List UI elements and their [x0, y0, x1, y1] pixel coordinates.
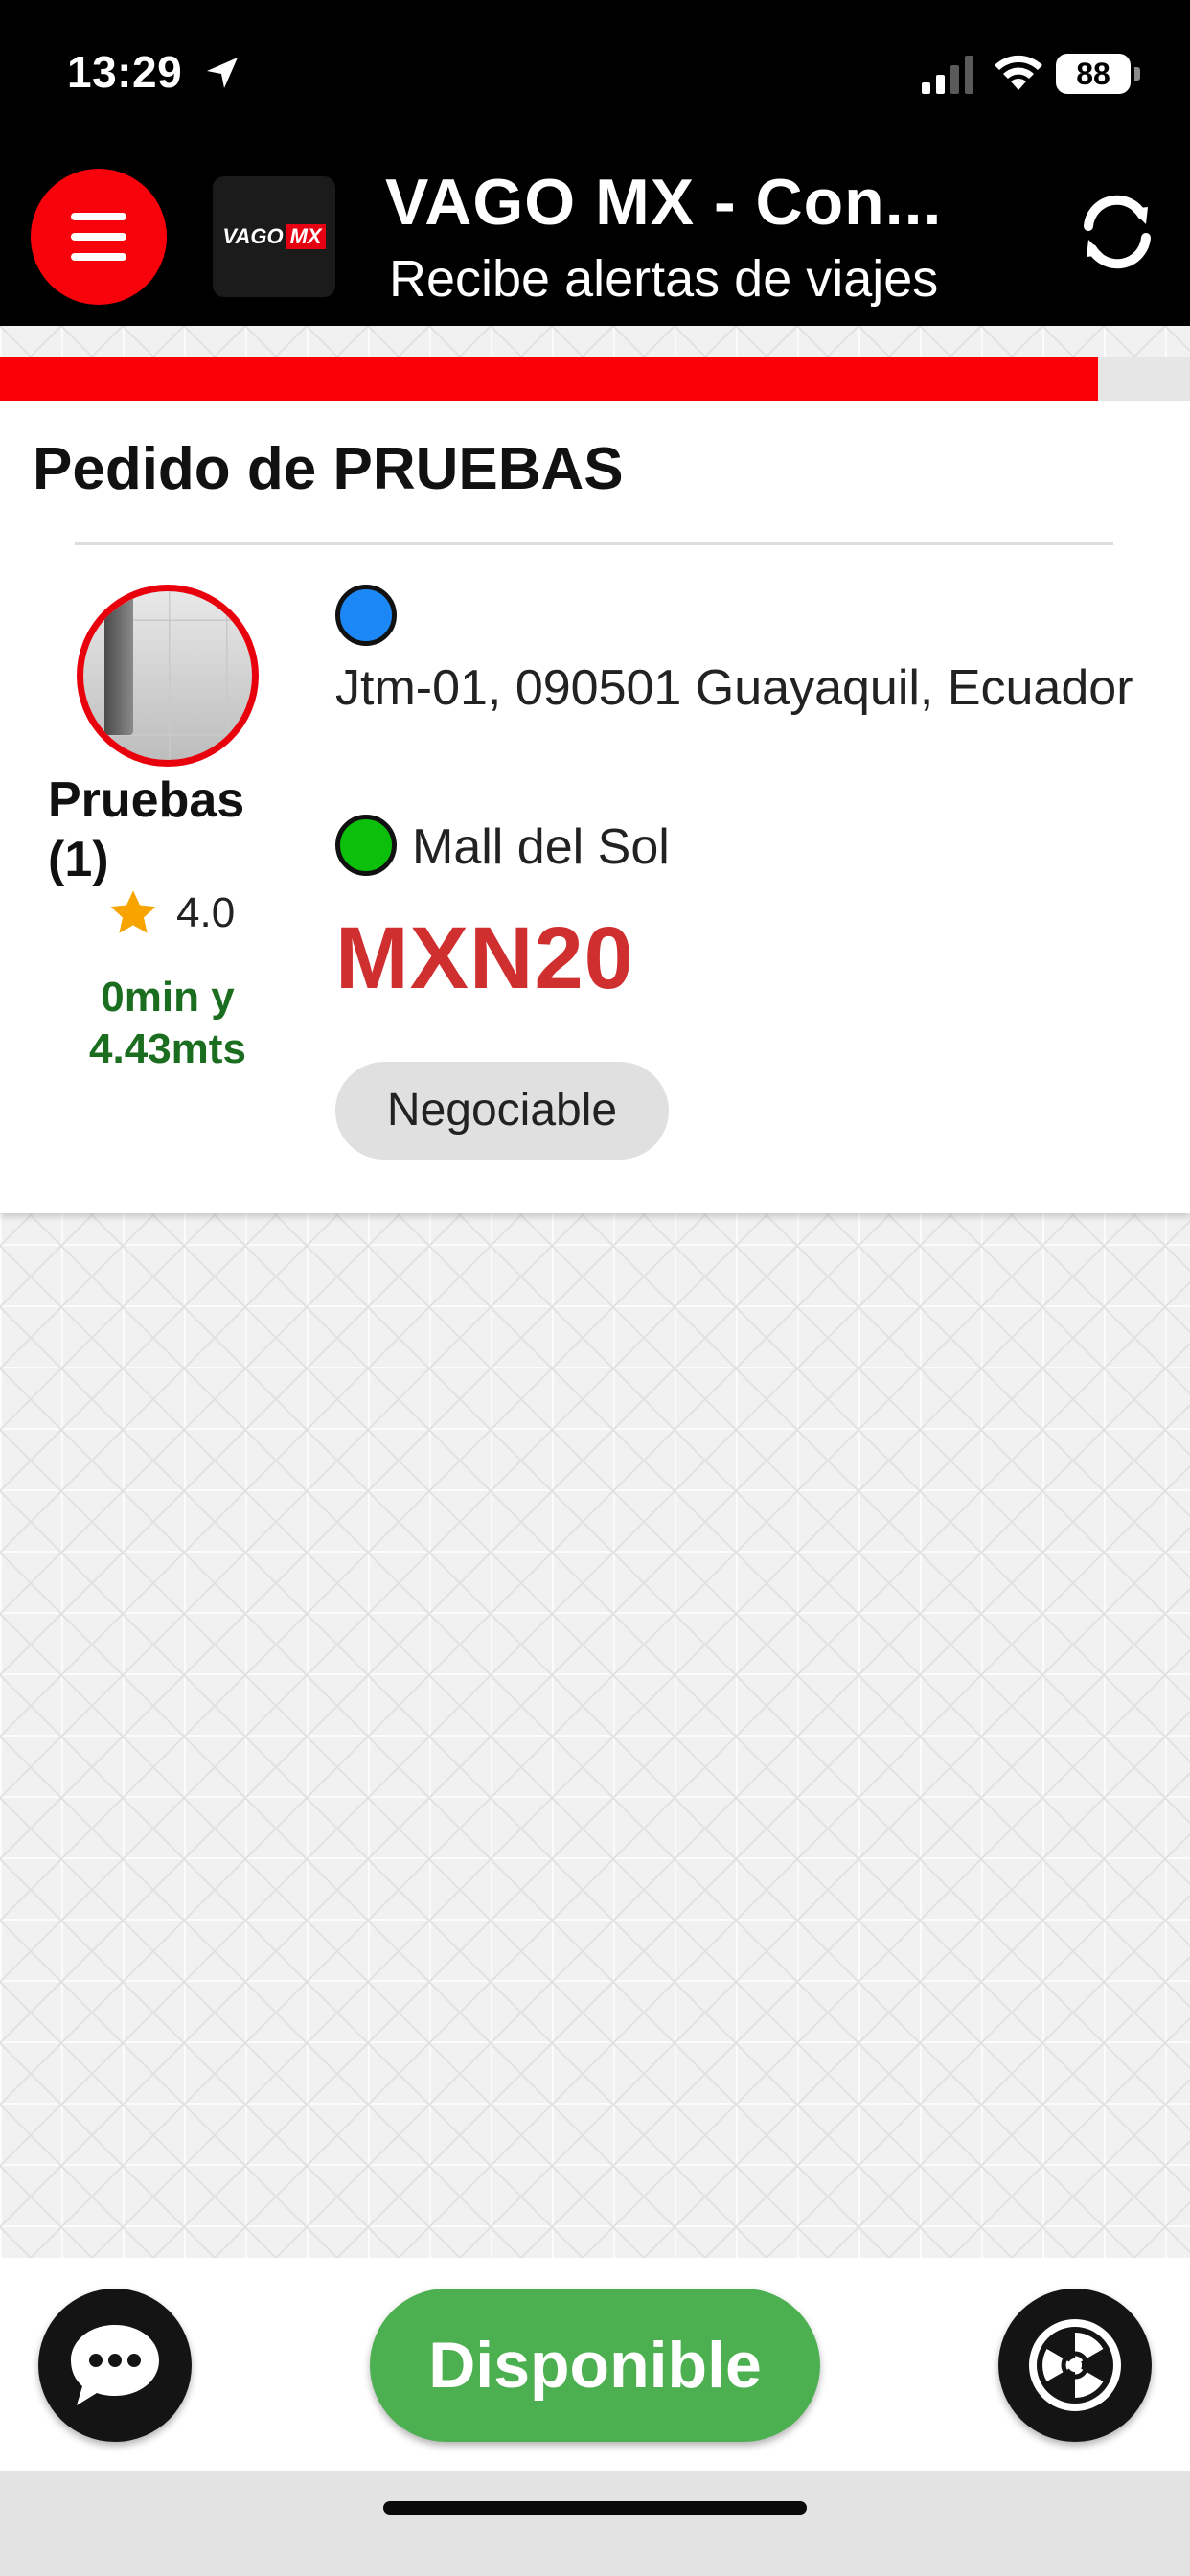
rating-value: 4.0: [176, 889, 236, 936]
progress-bar: [0, 356, 1190, 401]
menu-button[interactable]: [31, 169, 167, 305]
avatar: [77, 585, 259, 767]
status-time: 13:29: [67, 47, 183, 97]
negotiable-badge: Negociable: [335, 1062, 669, 1160]
logo-text: VAGO: [222, 224, 284, 248]
bottom-bar: Disponible: [0, 2258, 1190, 2471]
avatar-photo-detail: [104, 591, 133, 735]
signal-icon: [922, 56, 973, 94]
radiation-button[interactable]: [998, 2288, 1152, 2442]
price: MXN20: [335, 909, 634, 1007]
status-bar: 13:29 88: [0, 0, 1190, 153]
star-icon: [110, 890, 156, 933]
wifi-icon: [995, 55, 1042, 90]
battery-icon: 88: [1056, 54, 1131, 94]
location-arrow-icon: [207, 58, 238, 88]
order-card[interactable]: Pedido de PRUEBAS Pruebas (1) 4.0 0min y…: [0, 401, 1190, 1213]
divider: [75, 542, 1113, 545]
logo-accent: MX: [286, 224, 326, 249]
app-screen: 13:29 88 VAGO MX VAGO MX - Con... Recibe…: [0, 0, 1190, 2576]
home-area: [0, 2471, 1190, 2576]
app-header: VAGO MX VAGO MX - Con... Recibe alertas …: [0, 153, 1190, 326]
page-subtitle: Recibe alertas de viajes: [389, 250, 939, 308]
origin-dot-icon: [335, 585, 397, 646]
chat-icon: [71, 2325, 159, 2405]
battery-cap: [1134, 67, 1140, 80]
radiation-icon: [1029, 2319, 1121, 2411]
destination-dot-icon: [335, 815, 397, 876]
eta-text: 0min y 4.43mts: [89, 974, 246, 1072]
destination-address: Mall del Sol: [412, 819, 670, 875]
chat-button[interactable]: [38, 2288, 192, 2442]
home-indicator[interactable]: [383, 2501, 807, 2515]
refresh-icon[interactable]: [1071, 186, 1163, 278]
page-title: VAGO MX - Con...: [385, 166, 943, 239]
hamburger-icon-line: [71, 253, 126, 261]
order-title: Pedido de PRUEBAS: [33, 436, 624, 502]
progress-fill: [0, 356, 1099, 401]
hamburger-icon-line: [71, 233, 126, 241]
available-button[interactable]: Disponible: [370, 2288, 820, 2442]
driver-name: Pruebas (1): [48, 772, 245, 887]
app-logo: VAGO MX: [213, 176, 335, 297]
origin-address: Jtm-01, 090501 Guayaquil, Ecuador: [335, 660, 1133, 716]
hamburger-icon-line: [71, 213, 126, 220]
